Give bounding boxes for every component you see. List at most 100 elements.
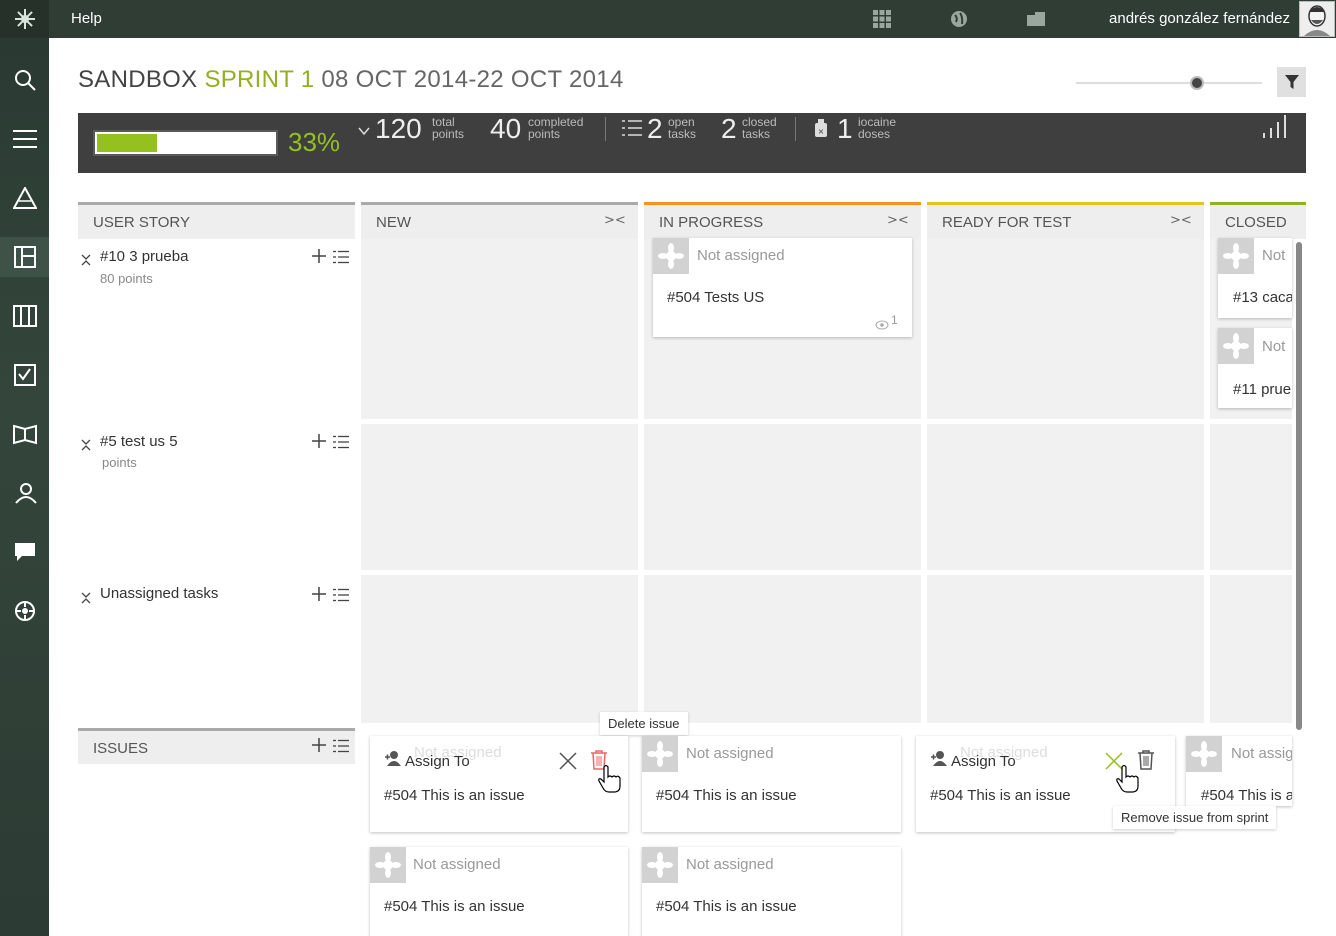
iocaine-doses-label: iocaine doses <box>858 115 897 141</box>
user-avatar[interactable] <box>1299 1 1335 37</box>
card-title[interactable]: #504 This is an issue <box>930 787 1071 804</box>
fold-row-icon[interactable] <box>80 590 92 609</box>
default-avatar-icon <box>642 847 678 883</box>
user-story-title[interactable]: #5 test us 5 <box>100 433 178 450</box>
cancel-icon[interactable] <box>558 751 578 775</box>
progress-percent: 33% <box>288 127 341 157</box>
column-header-closed: CLOSED <box>1210 202 1306 239</box>
card-assignee[interactable]: Not assigned <box>686 856 774 873</box>
fold-column-icon[interactable]: >< <box>887 213 909 228</box>
card-assignee[interactable]: Not <box>1262 338 1285 355</box>
add-task-icon[interactable] <box>311 586 327 606</box>
bulk-add-issue-icon[interactable] <box>333 738 349 757</box>
filter-icon <box>1284 75 1299 89</box>
completed-points-label: completed points <box>528 115 584 141</box>
closed-tasks-label: closed tasks <box>742 115 777 141</box>
task-cell <box>1210 575 1292 723</box>
default-avatar-icon <box>642 736 678 772</box>
vertical-scrollbar[interactable] <box>1296 242 1302 730</box>
globe-icon[interactable] <box>949 9 969 29</box>
wiki-icon[interactable] <box>0 414 49 454</box>
tooltip-delete-issue: Delete issue <box>600 712 688 735</box>
task-card[interactable]: Not assigned #504 Tests US 1 <box>653 238 912 337</box>
column-header-in-progress: IN PROGRESS <box>644 202 921 239</box>
card-assignee[interactable]: Not assigned <box>697 247 785 264</box>
chevron-down-icon[interactable] <box>358 121 370 140</box>
fold-column-icon[interactable]: >< <box>604 213 626 228</box>
bulk-add-icon[interactable] <box>333 249 349 268</box>
folder-icon[interactable] <box>1026 9 1046 29</box>
task-card[interactable]: Not #11 prue <box>1218 328 1292 408</box>
task-card[interactable]: Not #13 caca <box>1218 238 1292 318</box>
card-assignee[interactable]: Not assig <box>1231 745 1292 762</box>
card-title[interactable]: #504 This is a <box>1201 787 1292 804</box>
card-title[interactable]: #504 Tests US <box>667 289 764 306</box>
bulk-add-icon[interactable] <box>333 434 349 453</box>
kanban-icon[interactable] <box>0 296 49 336</box>
completed-points: 40 <box>490 113 522 144</box>
issues-icon[interactable] <box>0 355 49 395</box>
task-cell <box>927 239 1204 419</box>
card-title[interactable]: #504 This is an issue <box>656 787 797 804</box>
issue-card[interactable]: Not assigned #504 This is an issue <box>370 847 628 936</box>
graph-toggle-icon[interactable] <box>1261 113 1291 143</box>
page-title: SANDBOX SPRINT 1 08 OCT 2014-22 OCT 2014 <box>78 66 624 94</box>
fold-row-icon[interactable] <box>80 437 92 456</box>
tooltip-remove-from-sprint: Remove issue from sprint <box>1113 806 1277 829</box>
hand-cursor-icon <box>598 764 622 798</box>
backlog-icon[interactable] <box>0 119 49 159</box>
bulk-add-icon[interactable] <box>333 587 349 606</box>
card-assignee[interactable]: Not <box>1262 247 1285 264</box>
progress-fill <box>97 134 157 152</box>
card-assignee[interactable]: Not assigned <box>686 745 774 762</box>
team-icon[interactable] <box>0 473 49 513</box>
add-task-icon[interactable] <box>311 248 327 268</box>
watchers-eye-icon <box>875 315 889 334</box>
user-story-points: 80 points <box>100 271 153 286</box>
user-story-title[interactable]: #10 3 prueba <box>100 248 188 265</box>
iocaine-doses: 1 <box>837 113 853 144</box>
assign-to-button[interactable]: Assign To <box>951 753 1016 770</box>
chat-icon[interactable] <box>0 532 49 572</box>
assign-user-icon[interactable] <box>929 750 949 770</box>
search-icon[interactable] <box>0 60 49 100</box>
fold-row-icon[interactable] <box>80 252 92 271</box>
filter-button[interactable] <box>1277 67 1306 97</box>
assign-to-button[interactable]: Assign To <box>405 753 470 770</box>
card-assignee[interactable]: Not assigned <box>413 856 501 873</box>
fold-column-icon[interactable]: >< <box>1170 213 1192 228</box>
divider <box>605 117 606 141</box>
admin-icon[interactable] <box>0 591 49 631</box>
sprint-name: SPRINT 1 <box>204 66 315 93</box>
open-tasks: 2 <box>647 113 663 144</box>
zoom-slider-track[interactable] <box>1076 82 1262 84</box>
divider <box>795 117 796 141</box>
card-title[interactable]: #504 This is an issue <box>384 787 525 804</box>
task-cell <box>361 424 638 570</box>
open-tasks-label: open tasks <box>668 115 697 141</box>
assign-user-icon[interactable] <box>383 750 403 770</box>
zoom-slider-handle[interactable] <box>1190 76 1204 90</box>
task-cell <box>1210 424 1292 570</box>
taskboard-icon[interactable] <box>0 237 49 277</box>
total-points: 120 <box>375 113 422 144</box>
card-title[interactable]: #504 This is an issue <box>384 898 525 915</box>
issue-card[interactable]: Not assigned #504 This is an issue <box>642 736 901 832</box>
sprint-dates: 08 OCT 2014-22 OCT 2014 <box>321 66 624 93</box>
total-points-label: total points <box>432 115 465 141</box>
card-title[interactable]: #504 This is an issue <box>656 898 797 915</box>
taiga-logo-icon[interactable] <box>0 0 49 38</box>
add-issue-icon[interactable] <box>311 737 327 757</box>
issue-card[interactable]: Not assigned Assign To #504 This is an i… <box>370 736 628 832</box>
card-title[interactable]: #13 caca <box>1233 289 1292 306</box>
issue-card[interactable]: Not assig #504 This is a <box>1186 736 1292 806</box>
help-link[interactable]: Help <box>71 10 102 27</box>
epics-icon[interactable] <box>0 178 49 218</box>
projects-grid-icon[interactable] <box>872 9 892 29</box>
issue-card[interactable]: Not assigned #504 This is an issue <box>642 847 901 936</box>
closed-tasks: 2 <box>721 113 737 144</box>
progress-bar <box>93 130 278 156</box>
user-name[interactable]: andrés gonzález fernández <box>1109 10 1290 27</box>
card-title[interactable]: #11 prue <box>1233 381 1291 398</box>
add-task-icon[interactable] <box>311 433 327 453</box>
